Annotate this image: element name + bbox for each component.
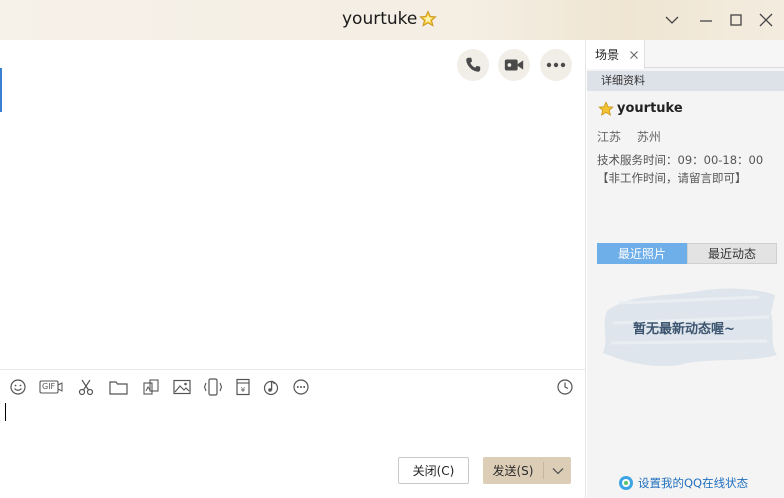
red-packet-icon: ¥ <box>236 378 250 396</box>
section-header-details: 详细资料 <box>587 71 784 91</box>
chat-message-area[interactable] <box>0 40 586 498</box>
tab-close-icon[interactable] <box>629 50 639 60</box>
video-camera-icon <box>504 59 524 71</box>
gif-label: GIF <box>42 382 56 391</box>
profile-description: 技术服务时间：09：00-18：00【非工作时间，请留言即可】 <box>597 153 764 185</box>
tab-scene-label: 场景 <box>595 48 620 62</box>
maximize-icon[interactable] <box>727 11 745 29</box>
close-icon[interactable] <box>757 11 775 29</box>
more-circle-icon <box>293 379 309 395</box>
message-input-caret[interactable] <box>5 403 6 421</box>
clock-icon <box>557 379 573 395</box>
online-status-link[interactable]: 设置我的QQ在线状态 <box>618 475 748 491</box>
close-button[interactable]: 关闭(C) <box>398 457 469 484</box>
minimize-icon[interactable] <box>697 11 715 29</box>
send-options-dropdown[interactable] <box>544 467 571 475</box>
phone-shake-icon <box>203 378 223 396</box>
profile-province: 江苏 <box>597 130 622 144</box>
scissors-icon <box>78 379 94 396</box>
more-tools-button[interactable] <box>291 377 311 397</box>
online-status-link-label[interactable]: 设置我的QQ在线状态 <box>638 475 748 491</box>
tab-scene[interactable]: 场景 <box>587 40 645 69</box>
music-button[interactable] <box>261 377 281 397</box>
side-tab-bar: 场景 <box>587 40 784 69</box>
music-note-icon <box>263 380 279 396</box>
tab-recent-activity[interactable]: 最近动态 <box>687 243 777 264</box>
shake-button[interactable] <box>203 377 223 397</box>
send-button-label: 发送(S) <box>492 464 534 478</box>
send-image-button[interactable] <box>172 377 192 397</box>
doodle-button[interactable] <box>141 377 161 397</box>
voice-call-button[interactable] <box>457 49 489 81</box>
left-edge-indicator <box>0 68 2 112</box>
empty-activity-message: 暂无最新动态喔~ <box>633 322 735 337</box>
image-icon <box>173 379 191 395</box>
photo-tab-bar: 最近照片 最近动态 <box>597 243 777 264</box>
qq-penguin-icon <box>619 476 633 490</box>
profile-city: 苏州 <box>636 130 661 144</box>
title-bar: yourtuke <box>0 0 784 40</box>
red-packet-button[interactable]: ¥ <box>233 377 253 397</box>
more-dots-icon <box>546 62 566 68</box>
tab-recent-photos[interactable]: 最近照片 <box>597 243 687 264</box>
window-title: yourtuke <box>342 9 418 29</box>
send-file-button[interactable] <box>108 377 128 397</box>
gif-button[interactable]: GIF <box>39 377 63 397</box>
message-history-button[interactable] <box>555 377 575 397</box>
profile-name: yourtuke <box>617 101 683 116</box>
phone-icon <box>466 57 481 72</box>
svg-text:¥: ¥ <box>241 386 246 394</box>
side-panel: 场景 详细资料 yourtuke 江苏 苏州 技术服务时间：09：00-18：0… <box>587 40 784 498</box>
send-button[interactable]: 发送(S) <box>483 457 571 484</box>
screenshot-button[interactable] <box>76 377 96 397</box>
folder-icon <box>108 381 128 395</box>
collapse-chevron-icon[interactable] <box>663 11 681 29</box>
vip-star-icon <box>419 10 437 27</box>
vip-star-icon <box>598 101 614 116</box>
emoji-button[interactable] <box>8 377 28 397</box>
toolbar-divider <box>0 369 585 370</box>
smiley-icon <box>10 379 26 395</box>
chevron-down-icon <box>552 467 563 474</box>
more-options-button[interactable] <box>540 49 572 81</box>
profile-location: 江苏 苏州 <box>597 128 673 145</box>
shapes-icon <box>143 379 159 395</box>
video-call-button[interactable] <box>498 49 530 81</box>
